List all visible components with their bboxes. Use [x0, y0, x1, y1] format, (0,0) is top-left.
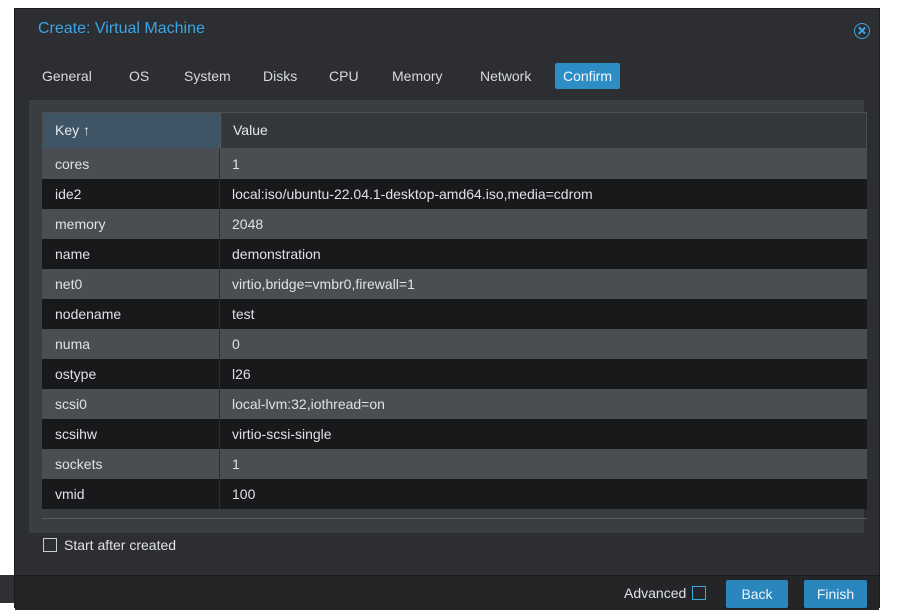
dialog-title: Create: Virtual Machine — [38, 20, 205, 37]
confirm-panel: Key ↑ Value cores 1 ide2 local:iso/ubuntu-… — [28, 99, 867, 534]
start-after-created-checkbox[interactable] — [43, 538, 57, 552]
row-value: local-lvm:32,iothread=on — [232, 396, 385, 412]
table-row[interactable]: net0 virtio,bridge=vmbr0,firewall=1 — [42, 269, 867, 299]
start-after-created-option[interactable]: Start after created — [43, 537, 176, 553]
row-key: ide2 — [55, 186, 82, 202]
row-key: nodename — [55, 306, 122, 322]
row-key: cores — [55, 156, 90, 172]
wizard-tabs: General OS System Disks CPU Memory Netwo… — [15, 59, 879, 93]
tab-os[interactable]: OS — [125, 63, 153, 89]
tab-confirm[interactable]: Confirm — [555, 63, 621, 89]
row-value: 100 — [232, 486, 256, 502]
tab-general[interactable]: General — [38, 63, 96, 89]
advanced-label: Advanced — [624, 585, 687, 601]
row-value: demonstration — [232, 246, 321, 262]
advanced-checkbox[interactable] — [692, 586, 707, 600]
row-value: virtio-scsi-single — [232, 426, 332, 442]
row-key: numa — [55, 336, 91, 352]
row-key: sockets — [55, 456, 103, 472]
row-key: memory — [55, 216, 106, 232]
row-value: 0 — [232, 336, 240, 352]
table-row[interactable]: vmid 100 — [42, 479, 867, 509]
finish-button[interactable]: Finish — [804, 580, 867, 608]
table-row[interactable]: sockets 1 — [42, 449, 867, 479]
create-vm-dialog: Create: Virtual Machine General OS Syste… — [14, 8, 880, 610]
table-row[interactable]: ide2 local:iso/ubuntu-22.04.1-desktop-amd… — [42, 179, 867, 209]
table-row[interactable]: memory 2048 — [42, 209, 867, 239]
row-value: 1 — [232, 156, 240, 172]
tab-network[interactable]: Network — [476, 63, 535, 89]
column-header-value-label[interactable]: Value — [233, 122, 268, 138]
row-value: 2048 — [232, 216, 264, 232]
table-row[interactable]: name demonstration — [42, 239, 867, 269]
row-value: 1 — [232, 456, 240, 472]
close-icon[interactable] — [854, 23, 870, 39]
column-header-key[interactable]: Key ↑ — [43, 113, 221, 148]
row-key: scsihw — [55, 426, 98, 442]
grid-footer — [42, 518, 867, 529]
row-key: net0 — [55, 276, 83, 292]
table-row[interactable]: nodename test — [42, 299, 867, 329]
back-button[interactable]: Back — [726, 580, 788, 608]
tab-disks[interactable]: Disks — [259, 63, 301, 89]
table-row[interactable]: ostype l26 — [42, 359, 867, 389]
tab-cpu[interactable]: CPU — [325, 63, 363, 89]
table-row[interactable]: scsihw virtio-scsi-single — [42, 419, 867, 449]
column-header-key-label: Key ↑ — [55, 122, 91, 138]
advanced-option[interactable]: Advanced — [624, 585, 707, 601]
grid-header: Key ↑ Value — [42, 112, 867, 149]
row-value: virtio,bridge=vmbr0,firewall=1 — [232, 276, 415, 292]
settings-grid: Key ↑ Value cores 1 ide2 local:iso/ubuntu-… — [42, 112, 867, 509]
row-value: test — [232, 306, 255, 322]
row-key: name — [55, 246, 91, 262]
tab-system[interactable]: System — [180, 63, 235, 89]
table-row[interactable]: scsi0 local-lvm:32,iothread=on — [42, 389, 867, 419]
table-row[interactable]: numa 0 — [42, 329, 867, 359]
start-after-created-label: Start after created — [64, 537, 177, 553]
table-row[interactable]: cores 1 — [42, 149, 867, 179]
dialog-titlebar: Create: Virtual Machine — [15, 9, 879, 53]
row-key: scsi0 — [55, 396, 87, 412]
row-value: l26 — [232, 366, 251, 382]
row-key: ostype — [55, 366, 97, 382]
row-key: vmid — [55, 486, 85, 502]
row-value: local:iso/ubuntu-22.04.1-desktop-amd64.i… — [232, 186, 593, 202]
tab-memory[interactable]: Memory — [388, 63, 447, 89]
